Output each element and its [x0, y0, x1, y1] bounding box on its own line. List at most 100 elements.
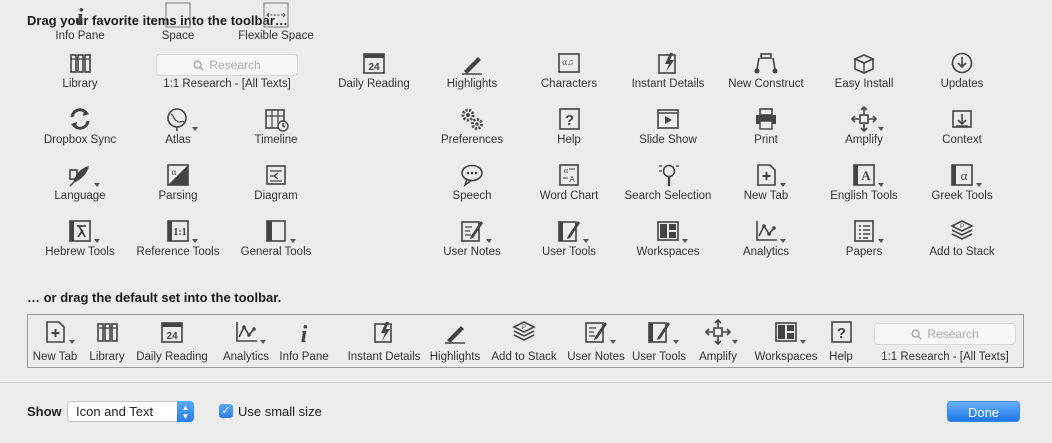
dropdown-caret-icon	[192, 127, 198, 131]
toolbar-item-label: Add to Stack	[929, 246, 995, 258]
user-tools-icon	[556, 218, 589, 244]
default-item-library[interactable]: Library	[88, 319, 126, 365]
calendar-icon: 24	[159, 319, 185, 345]
toolbar-item-context[interactable]: Context	[906, 104, 1018, 156]
toolbar-item-papers[interactable]: Papers	[808, 216, 920, 268]
toolbar-item-label: Timeline	[254, 134, 298, 146]
toolbar-item-english-tools[interactable]: A English Tools	[808, 160, 920, 212]
toolbar-item-print[interactable]: Print	[710, 104, 822, 156]
toolbar-item-word-chart[interactable]: α A Word Chart	[513, 160, 625, 212]
default-item-amplify[interactable]: Amplify	[694, 319, 742, 365]
small-size-label[interactable]: Use small size	[238, 404, 322, 419]
svg-text:α: α	[564, 166, 569, 175]
dropdown-caret-icon	[780, 239, 786, 243]
speech-icon	[459, 162, 485, 188]
dropdown-caret-icon	[800, 340, 806, 344]
toolbar-item-greek-tools[interactable]: α Greek Tools	[906, 160, 1018, 212]
stack-icon: P	[949, 218, 975, 244]
space-icon	[165, 2, 191, 28]
svg-text:1:1: 1:1	[173, 227, 186, 238]
default-item-1-1-research-all-texts[interactable]: Research 1:1 Research - [All Texts]	[866, 319, 1024, 365]
amplify-icon	[705, 319, 738, 345]
toolbar-item-add-to-stack[interactable]: P Add to Stack	[906, 216, 1018, 268]
show-mode-select[interactable]: Icon and Text ▲ ▼	[67, 401, 194, 422]
toolbar-item-label: 1:1 Research - [All Texts]	[163, 78, 291, 90]
toolbar-item-label: General Tools	[240, 246, 312, 258]
toolbar-item-updates[interactable]: Updates	[906, 48, 1018, 100]
info-icon: i	[67, 2, 93, 28]
greek-tools-icon: α	[949, 162, 982, 188]
default-item-info-pane[interactable]: i Info Pane	[276, 319, 332, 365]
parsing-icon: α	[165, 162, 191, 188]
default-toolbar-set[interactable]: New Tab Library 24 Daily Reading Analytics i I…	[27, 314, 1024, 368]
globe-icon	[165, 106, 198, 132]
toolbar-item-preferences[interactable]: Preferences	[416, 104, 528, 156]
toolbar-item-1-1-research-all-texts[interactable]: Research 1:1 Research - [All Texts]	[150, 48, 304, 100]
dropdown-caret-icon	[732, 340, 738, 344]
toolbar-item-daily-reading[interactable]: 24 Daily Reading	[318, 48, 430, 100]
toolbar-item-amplify[interactable]: Amplify	[808, 104, 920, 156]
footer-divider	[0, 382, 1052, 383]
toolbar-item-instant-details[interactable]: Instant Details	[612, 48, 724, 100]
default-item-help[interactable]: ? Help	[824, 319, 858, 365]
toolbar-item-library[interactable]: Library	[24, 48, 136, 100]
svg-text:?: ?	[565, 112, 574, 129]
toolbar-item-language[interactable]: Language	[24, 160, 136, 212]
new-tab-icon	[42, 319, 75, 345]
default-item-instant-details[interactable]: Instant Details	[344, 319, 424, 365]
toolbar-item-hebrew-tools[interactable]: Hebrew Tools	[24, 216, 136, 268]
toolbar-item-slide-show[interactable]: Slide Show	[612, 104, 724, 156]
default-item-daily-reading[interactable]: 24 Daily Reading	[132, 319, 212, 365]
toolbar-item-atlas[interactable]: Atlas	[122, 104, 234, 156]
toolbar-item-info-pane[interactable]: i Info Pane	[24, 0, 136, 52]
default-item-new-tab[interactable]: New Tab	[30, 319, 80, 365]
svg-text:i: i	[301, 322, 308, 345]
toolbar-item-characters[interactable]: α♫ Characters	[513, 48, 625, 100]
toolbar-item-general-tools[interactable]: General Tools	[220, 216, 332, 268]
download-icon	[949, 50, 975, 76]
toolbar-item-flexible-space[interactable]: Flexible Space	[220, 0, 332, 52]
default-item-user-tools[interactable]: User Tools	[630, 319, 688, 365]
svg-text:P: P	[522, 325, 526, 331]
toolbar-item-new-construct[interactable]: New Construct	[710, 48, 822, 100]
box-icon	[851, 50, 877, 76]
toolbar-item-parsing[interactable]: α Parsing	[122, 160, 234, 212]
new-tab-icon	[753, 162, 786, 188]
toolbar-item-reference-tools[interactable]: 1:1 Reference Tools	[122, 216, 234, 268]
toolbar-item-label: Updates	[940, 78, 984, 90]
svg-text:P: P	[960, 224, 964, 230]
toolbar-item-user-tools[interactable]: User Tools	[513, 216, 625, 268]
dropdown-caret-icon	[260, 340, 266, 344]
toolbar-item-easy-install[interactable]: Easy Install	[808, 48, 920, 100]
show-mode-value: Icon and Text	[76, 404, 154, 419]
done-button[interactable]: Done	[947, 401, 1020, 422]
toolbar-item-workspaces[interactable]: Workspaces	[612, 216, 724, 268]
default-item-user-notes[interactable]: User Notes	[564, 319, 628, 365]
toolbar-item-dropbox-sync[interactable]: Dropbox Sync	[24, 104, 136, 156]
toolbar-item-search-selection[interactable]: Search Selection	[612, 160, 724, 212]
research-search-field[interactable]: Research	[874, 323, 1016, 345]
toolbar-item-speech[interactable]: Speech	[416, 160, 528, 212]
toolbar-item-help[interactable]: ? Help	[513, 104, 625, 156]
svg-text:α: α	[172, 167, 177, 177]
toolbar-item-user-notes[interactable]: User Notes	[416, 216, 528, 268]
default-item-workspaces[interactable]: Workspaces	[752, 319, 820, 365]
small-size-checkbox[interactable]: ✓	[219, 404, 233, 418]
toolbar-item-timeline[interactable]: Timeline	[220, 104, 332, 156]
default-item-add-to-stack[interactable]: P Add to Stack	[488, 319, 560, 365]
toolbar-item-analytics[interactable]: Analytics	[710, 216, 822, 268]
toolbar-item-space[interactable]: Space	[122, 0, 234, 52]
search-placeholder: Research	[927, 327, 979, 341]
toolbar-item-new-tab[interactable]: New Tab	[710, 160, 822, 212]
svg-text:A: A	[569, 175, 575, 184]
research-search-field[interactable]: Research	[156, 54, 298, 76]
svg-text:i: i	[77, 5, 84, 28]
toolbar-item-highlights[interactable]: Highlights	[416, 48, 528, 100]
flexible-space-icon	[263, 2, 289, 28]
stack-icon: P	[511, 319, 537, 345]
default-item-highlights[interactable]: Highlights	[426, 319, 484, 365]
dropdown-caret-icon	[583, 239, 589, 243]
toolbar-item-diagram[interactable]: Diagram	[220, 160, 332, 212]
info-icon: i	[291, 319, 317, 345]
dropdown-caret-icon	[976, 183, 982, 187]
